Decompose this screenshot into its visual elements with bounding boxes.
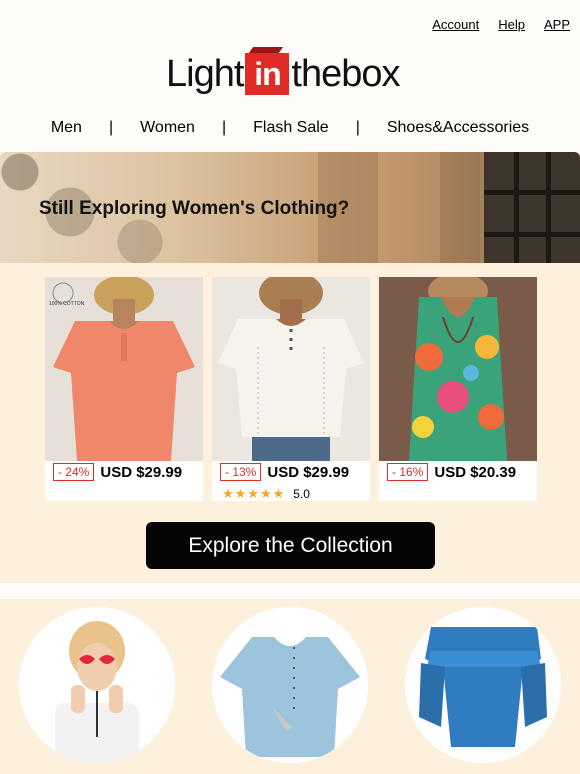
- nav-item-women[interactable]: Women: [140, 119, 195, 137]
- section-divider: [0, 583, 580, 599]
- floral-tank-illustration: [379, 277, 537, 461]
- discount-badge: - 13%: [220, 463, 262, 481]
- header: Account Help APP Light in thebox Men | W…: [0, 0, 580, 152]
- window-decoration: [484, 152, 580, 263]
- top-links: Account Help APP: [432, 17, 570, 32]
- nav-separator: |: [355, 119, 360, 136]
- stone-pillar: [440, 152, 480, 263]
- category-circle-image[interactable]: [19, 607, 175, 763]
- blue-linen-top-illustration: [212, 607, 368, 763]
- product-image[interactable]: 100% COTTON: [45, 277, 203, 461]
- rating-value: 5.0: [293, 487, 310, 501]
- nav-separator: |: [108, 119, 114, 136]
- star-rating-icon: ★★★★★: [222, 486, 286, 501]
- category-circle-image[interactable]: [405, 607, 561, 763]
- product-section: 100% COTTON - 24% USD $29.99 - 13% USD $…: [0, 263, 580, 583]
- product-card[interactable]: - 16% USD $20.39: [379, 277, 537, 501]
- cotton-badge: 100% COTTON: [49, 301, 85, 307]
- account-link[interactable]: Account: [432, 17, 479, 32]
- logo-text-light: Light: [166, 52, 244, 95]
- lightinthebox-logo[interactable]: Light in thebox: [166, 52, 401, 96]
- discount-badge: - 16%: [387, 463, 429, 481]
- nav-separator: |: [221, 119, 227, 136]
- discount-badge: - 24%: [53, 463, 95, 481]
- product-card[interactable]: - 13% USD $29.99 ★★★★★ 5.0: [212, 277, 370, 501]
- nav-item-shoes-accessories[interactable]: Shoes&Accessories: [387, 119, 529, 137]
- product-image[interactable]: [379, 277, 537, 461]
- price-line: - 13% USD $29.99: [220, 463, 349, 481]
- help-link[interactable]: Help: [498, 17, 525, 32]
- main-nav: Men | Women | Flash Sale | Shoes&Accesso…: [0, 119, 580, 137]
- product-price: USD $29.99: [267, 463, 350, 481]
- price-line: - 16% USD $20.39: [387, 463, 516, 481]
- nav-item-men[interactable]: Men: [51, 119, 82, 137]
- category-circle-image[interactable]: [212, 607, 368, 763]
- product-price: USD $29.99: [100, 463, 183, 481]
- product-card[interactable]: 100% COTTON - 24% USD $29.99: [45, 277, 203, 501]
- hero-title: Still Exploring Women's Clothing?: [39, 198, 350, 219]
- email-page: Account Help APP Light in thebox Men | W…: [0, 0, 580, 774]
- explore-collection-button[interactable]: Explore the Collection: [146, 522, 435, 569]
- logo-box-in: in: [245, 53, 290, 95]
- nav-item-flash-sale[interactable]: Flash Sale: [253, 119, 329, 137]
- white-blouse-illustration: [212, 277, 370, 461]
- product-image[interactable]: [212, 277, 370, 461]
- price-line: - 24% USD $29.99: [53, 463, 182, 481]
- blue-off-shoulder-top-illustration: [405, 607, 561, 763]
- product-price: USD $20.39: [434, 463, 517, 481]
- product-rating: ★★★★★ 5.0: [222, 486, 310, 502]
- app-link[interactable]: APP: [544, 17, 570, 32]
- woman-heart-glasses-illustration: [19, 607, 175, 763]
- hero-banner[interactable]: Still Exploring Women's Clothing?: [0, 152, 580, 263]
- logo-text-thebox: thebox: [291, 52, 400, 95]
- category-circles: [0, 599, 580, 774]
